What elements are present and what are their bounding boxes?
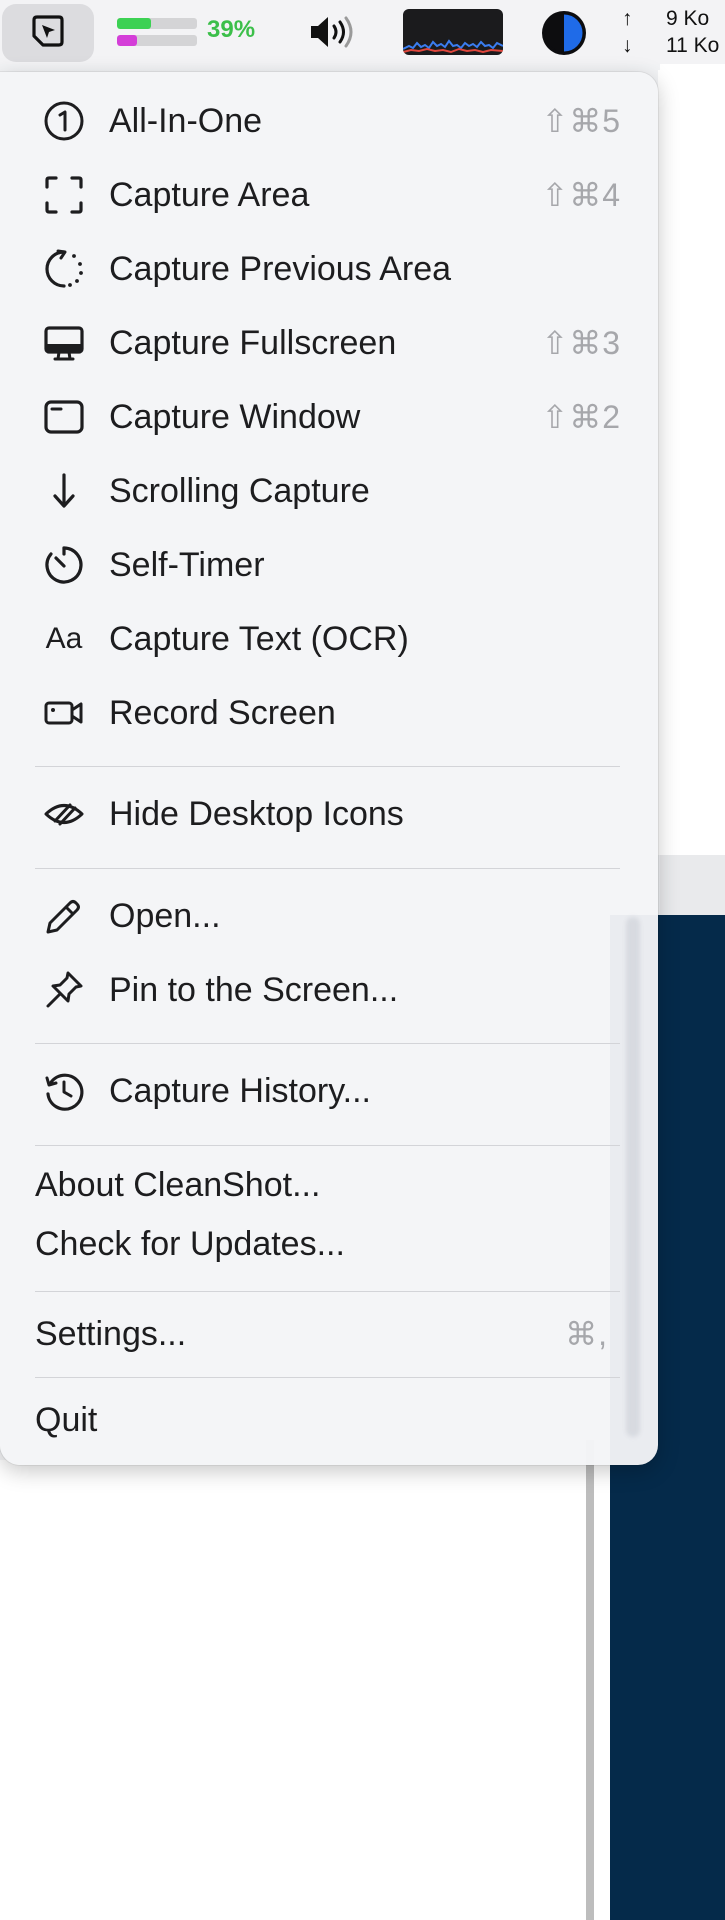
menu-item-capture-window[interactable]: Capture Window ⇧⌘2 <box>0 384 658 450</box>
menu-item-label: Capture Fullscreen <box>109 323 397 362</box>
menu-item-shortcut: ⇧⌘4 <box>541 177 621 213</box>
menu-separator <box>35 766 620 767</box>
monitor-icon <box>40 319 88 367</box>
download-speed: 11 Ko <box>666 34 720 57</box>
upload-speed: 9 Ko <box>666 7 710 30</box>
menu-item-shortcut: ⌘, <box>565 1316 608 1352</box>
menu-item-capture-previous-area[interactable]: Capture Previous Area <box>0 236 658 302</box>
menu-item-label: Self-Timer <box>109 545 265 584</box>
disk-pie-icon[interactable] <box>541 10 587 56</box>
battery-bar-2 <box>117 35 197 46</box>
menu-item-shortcut: ⇧⌘2 <box>541 399 621 435</box>
battery-bar-2-fill <box>117 35 137 46</box>
text-aa-icon: Aa <box>45 622 83 655</box>
menu-scrollbar[interactable] <box>626 917 640 1437</box>
menu-item-open[interactable]: Open... <box>0 883 658 949</box>
menu-item-about[interactable]: About CleanShot... <box>0 1157 658 1213</box>
battery-bar-1 <box>117 18 197 29</box>
menu-item-label: Hide Desktop Icons <box>109 794 404 833</box>
background-window-toolbar <box>660 855 725 917</box>
pin-icon <box>40 966 88 1014</box>
menu-item-capture-fullscreen[interactable]: Capture Fullscreen ⇧⌘3 <box>0 310 658 376</box>
history-icon <box>40 1067 88 1115</box>
network-speed[interactable]: ↑ 9 Ko ↓ 11 Ko <box>622 5 725 59</box>
menu-item-label: Settings... <box>35 1314 187 1353</box>
capture-area-icon <box>40 171 88 219</box>
menu-item-settings[interactable]: Settings... ⌘, <box>0 1303 658 1365</box>
window-icon <box>40 393 88 441</box>
menu-item-quit[interactable]: Quit <box>0 1389 658 1451</box>
menu-item-label: Check for Updates... <box>35 1224 345 1263</box>
cleanshot-dropdown-menu: All-In-One ⇧⌘5 Capture Area ⇧⌘4 Capture … <box>0 72 658 1465</box>
menu-item-check-updates[interactable]: Check for Updates... <box>0 1216 658 1272</box>
battery-bar-1-fill <box>117 18 151 29</box>
upload-arrow-icon: ↑ <box>622 7 633 30</box>
menu-item-label: Record Screen <box>109 693 336 732</box>
menu-item-shortcut: ⇧⌘5 <box>541 103 621 139</box>
menu-item-shortcut: ⇧⌘3 <box>541 325 621 361</box>
cleanshot-menubar-button[interactable] <box>2 4 94 62</box>
menu-bar: 39% ↑ 9 Ko ↓ 11 Ko <box>0 0 725 64</box>
menu-item-self-timer[interactable]: Self-Timer <box>0 532 658 598</box>
menu-item-label: Capture Previous Area <box>109 249 452 288</box>
timer-icon <box>40 541 88 589</box>
video-camera-icon <box>40 689 88 737</box>
background-window <box>658 70 725 855</box>
menu-separator <box>35 1291 620 1292</box>
menu-item-record-screen[interactable]: Record Screen <box>0 680 658 746</box>
cleanshot-icon <box>28 11 68 56</box>
menu-item-scrolling-capture[interactable]: Scrolling Capture <box>0 458 658 524</box>
menu-item-label: Scrolling Capture <box>109 471 370 510</box>
menu-item-capture-history[interactable]: Capture History... <box>0 1058 658 1124</box>
pencil-icon <box>40 892 88 940</box>
menu-item-label: Capture Area <box>109 175 310 214</box>
menu-item-label: Capture Text (OCR) <box>109 619 409 658</box>
menu-separator <box>35 1145 620 1146</box>
battery-percentage: 39% <box>207 16 256 43</box>
menu-item-capture-area[interactable]: Capture Area ⇧⌘4 <box>0 162 658 228</box>
previous-area-icon <box>40 245 88 293</box>
cpu-graph-icon[interactable] <box>403 9 503 55</box>
menu-separator <box>35 868 620 869</box>
menu-item-label: Quit <box>35 1400 98 1439</box>
circle-one-icon <box>40 97 88 145</box>
eye-slash-icon <box>40 790 88 838</box>
volume-icon[interactable] <box>307 12 361 52</box>
background-window-edge <box>586 1440 594 1920</box>
menu-item-label: All-In-One <box>109 101 263 140</box>
download-arrow-icon: ↓ <box>622 34 633 57</box>
menu-item-all-in-one[interactable]: All-In-One ⇧⌘5 <box>0 88 658 154</box>
menu-item-label: Open... <box>109 896 221 935</box>
arrow-down-icon <box>40 467 88 515</box>
menu-separator <box>35 1377 620 1378</box>
menu-item-label: About CleanShot... <box>35 1165 321 1204</box>
menu-item-label: Capture Window <box>109 397 361 436</box>
menu-item-label: Pin to the Screen... <box>109 970 399 1009</box>
menu-separator <box>35 1043 620 1044</box>
menu-item-label: Capture History... <box>109 1071 372 1110</box>
menu-item-capture-text-ocr[interactable]: Aa Capture Text (OCR) <box>0 606 658 672</box>
battery-indicator[interactable] <box>117 15 197 49</box>
menu-item-hide-desktop-icons[interactable]: Hide Desktop Icons <box>0 781 658 847</box>
menu-item-pin-to-screen[interactable]: Pin to the Screen... <box>0 957 658 1023</box>
